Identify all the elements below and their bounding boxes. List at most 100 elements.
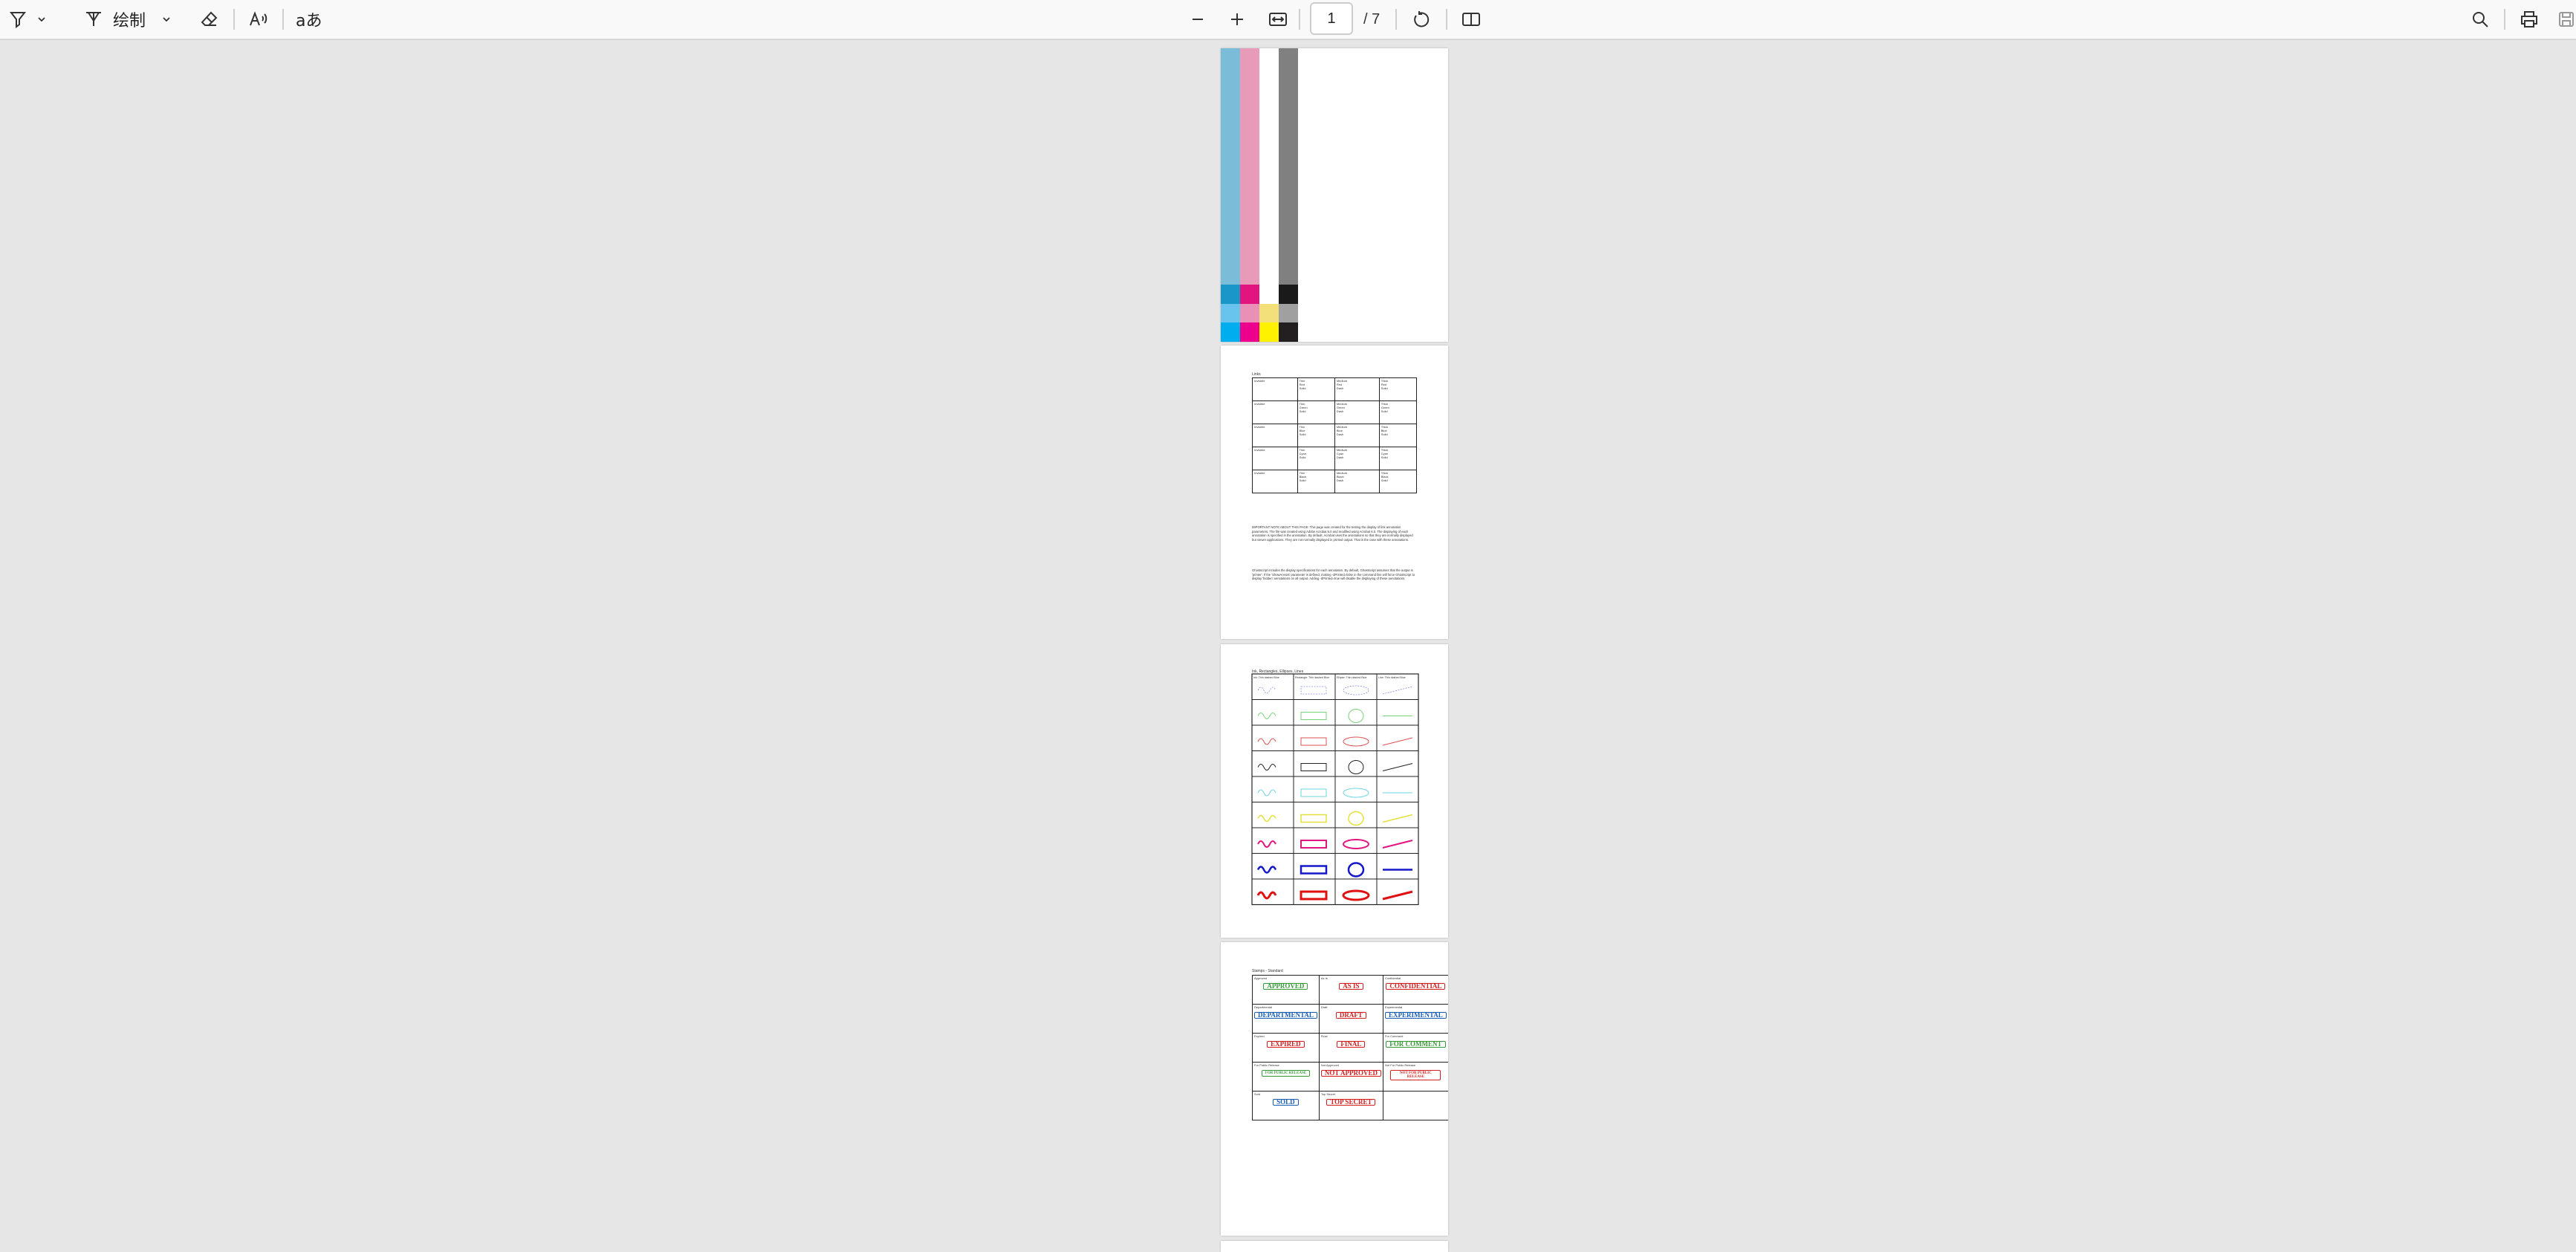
table-cell: Invisible (1252, 470, 1298, 493)
cell-caption: Line: Thin dashed Blue (1378, 676, 1406, 679)
toolbar-divider (2504, 9, 2505, 30)
stamp-cell: Sold SOLD (1252, 1091, 1320, 1120)
stamp-annotation: NOT FOR PUBLIC RELEASE (1390, 1070, 1441, 1080)
table-row: Departmental DEPARTMENTAL Draft DRAFT Experi… (1252, 1004, 1448, 1034)
table-row: Invisible Thin Green Solid Medium Green Da… (1252, 400, 1418, 424)
draw-tool-label[interactable]: 绘制 (113, 0, 146, 39)
table-cell: Thin Green Solid (1297, 400, 1335, 424)
rectangle-annotation (1300, 763, 1327, 771)
page-title: Links (1252, 372, 1261, 377)
table-cell: Medium Red Dash (1334, 377, 1380, 401)
stamp-cell: Approved APPROVED (1252, 975, 1320, 1005)
stamp-caption: Top Secret (1320, 1092, 1335, 1096)
line-annotation (1382, 814, 1413, 823)
stamp-annotation: FINAL (1337, 1041, 1366, 1048)
rectangle-annotation (1300, 865, 1328, 875)
ellipse-annotation (1343, 736, 1369, 747)
toolbar-divider (233, 9, 235, 30)
draw-icon[interactable] (80, 0, 107, 39)
table-row: Invisible Thin Blue Solid Medium Blue Dash… (1252, 424, 1418, 447)
stamp-caption: For Comment (1384, 1034, 1404, 1038)
ellipse-annotation (1348, 709, 1364, 723)
stamps-table: Approved APPROVED As Is AS IS Confidential CO… (1252, 975, 1448, 1120)
pdf-page-1 (1221, 48, 1448, 342)
fit-to-width-icon[interactable] (1265, 0, 1291, 39)
table-cell: Invisible (1252, 447, 1298, 470)
ink-annotation (1256, 866, 1277, 874)
stamp-cell: Top Secret TOP SECRET (1318, 1091, 1383, 1120)
stamp-annotation: EXPIRED (1267, 1041, 1305, 1048)
page-title: Stamps - Standard (1252, 969, 1283, 973)
table-row: Invisible Thin Red Solid Medium Red Dash Th… (1252, 377, 1418, 401)
table-cell: Medium Cyan Dash (1334, 447, 1380, 470)
rectangle-annotation (1300, 890, 1328, 901)
stamp-cell: Confidential CONFIDENTIAL (1382, 975, 1448, 1005)
table-cell: Thin Blue Solid (1297, 424, 1335, 447)
table-row: Expired EXPIRED Final FINAL For Comment FOR C… (1252, 1033, 1448, 1063)
table-cell: Thick Cyan Solid (1378, 447, 1418, 470)
shapes-grid: Ink: Thin dashed Blue Rectangle: Thin das… (1251, 673, 1419, 906)
stamp-annotation: AS IS (1339, 983, 1363, 990)
page-view-icon[interactable] (1458, 0, 1485, 39)
toolbar-divider (1395, 9, 1397, 30)
stamp-annotation: APPROVED (1263, 983, 1308, 990)
ink-annotation (1256, 891, 1277, 900)
stamp-cell: For Comment FOR COMMENT (1382, 1033, 1448, 1063)
cell-caption: Ink: Thin dashed Blue (1253, 676, 1279, 679)
stamp-caption: Experimental (1384, 1005, 1403, 1009)
color-bars-graphic (1221, 48, 1298, 342)
translate-text-button[interactable]: aあ (296, 0, 322, 39)
stamp-annotation: CONFIDENTIAL (1386, 983, 1446, 990)
ink-annotation (1257, 687, 1276, 694)
ellipse-annotation (1348, 811, 1364, 826)
table-cell: Medium Blue Dash (1334, 424, 1380, 447)
ellipse-annotation (1348, 760, 1364, 774)
rectangle-annotation (1300, 686, 1327, 695)
stamp-caption: As Is (1320, 976, 1328, 980)
links-table: Invisible Thin Red Solid Medium Red Dash Th… (1252, 377, 1418, 493)
table-cell: Thick Green Solid (1378, 400, 1418, 424)
line-annotation (1382, 840, 1413, 849)
page-number-input[interactable]: 1 (1310, 2, 1353, 35)
zoom-in-icon[interactable] (1226, 0, 1248, 39)
ink-annotation (1257, 713, 1276, 719)
stamp-caption: Departmental (1254, 1005, 1273, 1009)
cell-caption: Ellipse: Thin dashed Blue (1337, 676, 1367, 679)
stamp-caption: Sold (1254, 1092, 1261, 1096)
toolbar-divider (1299, 9, 1300, 30)
read-aloud-icon[interactable] (245, 0, 272, 39)
save-icon[interactable] (2556, 0, 2576, 39)
stamp-caption: Expired (1254, 1034, 1265, 1038)
stamp-cell: Not Approved NOT APPROVED (1318, 1062, 1383, 1092)
zoom-out-icon[interactable] (1187, 0, 1209, 39)
rectangle-annotation (1300, 840, 1327, 849)
highlight-options-chevron-down-icon[interactable] (34, 0, 49, 39)
table-cell: Thin Red Solid (1297, 377, 1335, 401)
rotate-icon[interactable] (1409, 0, 1434, 39)
table-cell: Thick Blue Solid (1378, 424, 1418, 447)
note-paragraph: IMPORTANT NOTE ABOUT THIS PAGE: This pag… (1252, 525, 1413, 542)
stamp-caption: Not For Public Release (1384, 1063, 1416, 1067)
ink-annotation (1257, 789, 1276, 797)
pdf-page-2: Links Invisible Thin Red Solid Medium Red … (1221, 346, 1448, 639)
highlight-icon[interactable] (4, 0, 31, 39)
stamp-annotation: NOT APPROVED (1320, 1070, 1381, 1077)
search-icon[interactable] (2467, 0, 2494, 39)
print-icon[interactable] (2516, 0, 2543, 39)
line-annotation (1382, 737, 1413, 746)
ink-annotation (1257, 764, 1276, 771)
pdf-page-4: Stamps - Standard Approved APPROVED As Is A… (1221, 942, 1448, 1236)
rectangle-annotation (1300, 737, 1327, 746)
stamp-cell: For Public Release FOR PUBLIC RELEASE (1252, 1062, 1320, 1092)
line-annotation (1382, 890, 1413, 901)
page-total-label: / 7 (1363, 11, 1381, 27)
stamp-annotation: FOR PUBLIC RELEASE (1261, 1070, 1311, 1077)
stamp-caption: Not Approved (1320, 1063, 1340, 1067)
eraser-icon[interactable] (196, 0, 223, 39)
draw-options-chevron-down-icon[interactable] (159, 0, 174, 39)
stamp-annotation: TOP SECRET (1326, 1099, 1376, 1106)
vertical-scrollbar[interactable] (2569, 42, 2576, 1252)
table-row: Approved APPROVED As Is AS IS Confidential CO… (1252, 975, 1448, 1005)
table-cell: Medium Green Dash (1334, 400, 1380, 424)
stamp-caption: Draft (1320, 1005, 1328, 1009)
